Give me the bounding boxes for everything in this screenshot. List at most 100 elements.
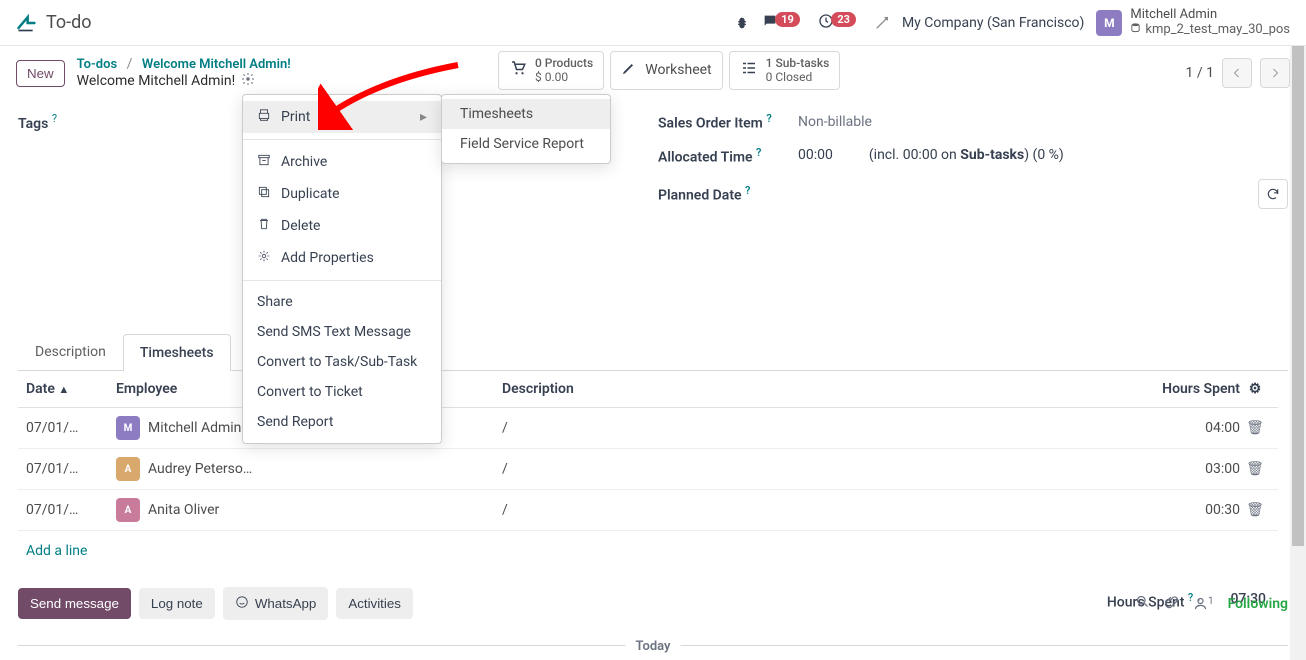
pencil-icon bbox=[621, 60, 637, 80]
worksheet-label: Worksheet bbox=[645, 62, 711, 78]
avatar: A bbox=[116, 498, 140, 522]
table-row[interactable]: 07/01/… A Audrey Peterso… / 03:00 🗑 bbox=[18, 449, 1278, 490]
clock-badge: 23 bbox=[831, 12, 856, 27]
cell-description[interactable]: / bbox=[476, 502, 1120, 518]
printer-icon bbox=[257, 108, 271, 126]
attachment-icon[interactable] bbox=[1164, 594, 1179, 613]
log-note-button[interactable]: Log note bbox=[139, 588, 215, 619]
table-row[interactable]: 07/01/… A Anita Oliver / 00:30 🗑 bbox=[18, 490, 1278, 531]
cell-description[interactable]: / bbox=[476, 420, 1120, 436]
cell-date[interactable]: 07/01/… bbox=[26, 461, 106, 477]
gear-icon[interactable] bbox=[241, 72, 255, 90]
app-logo-icon[interactable] bbox=[16, 13, 36, 33]
send-message-button[interactable]: Send message bbox=[18, 588, 131, 619]
menu-delete-label: Delete bbox=[281, 218, 320, 234]
copy-icon bbox=[257, 185, 271, 203]
menu-add-properties-label: Add Properties bbox=[281, 250, 374, 266]
submenu-field-service[interactable]: Field Service Report bbox=[442, 129, 610, 159]
search-icon[interactable] bbox=[1135, 594, 1150, 613]
breadcrumb-current[interactable]: Welcome Mitchell Admin! bbox=[142, 57, 291, 72]
menu-add-properties[interactable]: Add Properties bbox=[243, 242, 441, 274]
menu-duplicate[interactable]: Duplicate bbox=[243, 178, 441, 210]
menu-send-report[interactable]: Send Report bbox=[243, 407, 441, 437]
menu-delete[interactable]: Delete bbox=[243, 210, 441, 242]
pager-next[interactable] bbox=[1260, 58, 1290, 88]
cell-hours[interactable]: 00:30 bbox=[1120, 502, 1240, 518]
refresh-button[interactable] bbox=[1258, 179, 1288, 209]
scrollbar-thumb[interactable] bbox=[1292, 46, 1304, 546]
pager-text[interactable]: 1 / 1 bbox=[1186, 65, 1214, 81]
menu-convert-ticket[interactable]: Convert to Ticket bbox=[243, 377, 441, 407]
submenu-timesheets[interactable]: Timesheets bbox=[442, 99, 610, 129]
cell-date[interactable]: 07/01/… bbox=[26, 420, 106, 436]
alloc-extra-bold: Sub-tasks bbox=[960, 147, 1024, 163]
cell-employee[interactable]: Anita Oliver bbox=[148, 502, 219, 518]
trash-icon[interactable]: 🗑 bbox=[1246, 461, 1264, 477]
cell-hours[interactable]: 03:00 bbox=[1120, 461, 1240, 477]
avatar: A bbox=[116, 457, 140, 481]
col-hours[interactable]: Hours Spent bbox=[1162, 381, 1240, 397]
whatsapp-icon bbox=[235, 595, 249, 612]
menu-sms-label: Send SMS Text Message bbox=[257, 324, 411, 340]
followers-icon[interactable]: 1 bbox=[1193, 596, 1214, 611]
stat-subtasks[interactable]: 1 Sub-tasks 0 Closed bbox=[729, 51, 841, 90]
action-menu: Print ▸ Archive Duplicate Delete Add Pro… bbox=[242, 94, 442, 444]
following-button[interactable]: Following bbox=[1228, 596, 1288, 612]
menu-print-label: Print bbox=[281, 109, 310, 125]
page-title: Welcome Mitchell Admin! bbox=[77, 73, 236, 89]
sales-order-value[interactable]: Non-billable bbox=[798, 114, 872, 130]
sort-asc-icon[interactable]: ▲ bbox=[58, 383, 69, 396]
cell-hours[interactable]: 04:00 bbox=[1120, 420, 1240, 436]
gear-icon bbox=[257, 249, 271, 267]
app-title[interactable]: To-do bbox=[46, 12, 92, 33]
help-icon[interactable]: ? bbox=[756, 146, 761, 159]
today-label: Today bbox=[625, 639, 680, 654]
cell-employee[interactable]: Audrey Peterso… bbox=[148, 461, 252, 477]
help-icon[interactable]: ? bbox=[745, 184, 750, 197]
menu-send-sms[interactable]: Send SMS Text Message bbox=[243, 317, 441, 347]
settings-icon[interactable]: ⚙ bbox=[1249, 381, 1262, 397]
db-name: kmp_2_test_may_30_pos bbox=[1145, 23, 1290, 37]
cell-date[interactable]: 07/01/… bbox=[26, 502, 106, 518]
database-icon bbox=[1130, 22, 1141, 37]
bug-icon[interactable] bbox=[734, 15, 750, 31]
pager-prev[interactable] bbox=[1222, 58, 1252, 88]
menu-print[interactable]: Print ▸ bbox=[243, 101, 441, 133]
print-submenu: Timesheets Field Service Report bbox=[441, 94, 611, 164]
stat-subtasks-top: 1 Sub-tasks bbox=[766, 56, 830, 70]
menu-convert-task[interactable]: Convert to Task/Sub-Task bbox=[243, 347, 441, 377]
sales-order-label: Sales Order Item bbox=[658, 116, 763, 132]
cart-icon bbox=[509, 59, 527, 81]
allocated-time-value[interactable]: 00:00 bbox=[798, 147, 833, 163]
tab-timesheets[interactable]: Timesheets bbox=[123, 334, 231, 371]
tools-icon[interactable] bbox=[874, 15, 890, 31]
new-button[interactable]: New bbox=[16, 60, 65, 87]
activities-button[interactable]: Activities bbox=[336, 588, 413, 619]
tab-description[interactable]: Description bbox=[18, 333, 123, 370]
menu-share[interactable]: Share bbox=[243, 287, 441, 317]
stat-products-bottom: $ 0.00 bbox=[535, 70, 593, 84]
col-employee[interactable]: Employee bbox=[116, 381, 177, 397]
company-selector[interactable]: My Company (San Francisco) bbox=[902, 15, 1084, 31]
whatsapp-button[interactable]: WhatsApp bbox=[223, 587, 329, 620]
menu-archive[interactable]: Archive bbox=[243, 146, 441, 178]
stat-worksheet[interactable]: Worksheet bbox=[610, 51, 722, 90]
menu-archive-label: Archive bbox=[281, 154, 327, 170]
breadcrumb-root[interactable]: To-dos bbox=[77, 57, 118, 72]
user-menu[interactable]: M Mitchell Admin kmp_2_test_may_30_pos bbox=[1096, 8, 1290, 38]
menu-duplicate-label: Duplicate bbox=[281, 186, 340, 202]
stat-products[interactable]: 0 Products $ 0.00 bbox=[498, 51, 604, 90]
add-line-button[interactable]: Add a line bbox=[18, 531, 1278, 571]
avatar: M bbox=[116, 416, 140, 440]
help-icon[interactable]: ? bbox=[766, 112, 771, 125]
help-icon[interactable]: ? bbox=[52, 112, 57, 125]
trash-icon[interactable]: 🗑 bbox=[1246, 502, 1264, 518]
table-row[interactable]: 07/01/… M Mitchell Admin / 04:00 🗑 bbox=[18, 408, 1278, 449]
col-date[interactable]: Date bbox=[26, 381, 55, 397]
cell-description[interactable]: / bbox=[476, 461, 1120, 477]
col-description[interactable]: Description bbox=[502, 381, 574, 397]
allocated-time-label: Allocated Time bbox=[658, 149, 753, 165]
trash-icon[interactable]: 🗑 bbox=[1246, 420, 1264, 436]
cell-employee[interactable]: Mitchell Admin bbox=[148, 420, 241, 436]
alloc-extra-2: ) (0 %) bbox=[1024, 147, 1064, 163]
